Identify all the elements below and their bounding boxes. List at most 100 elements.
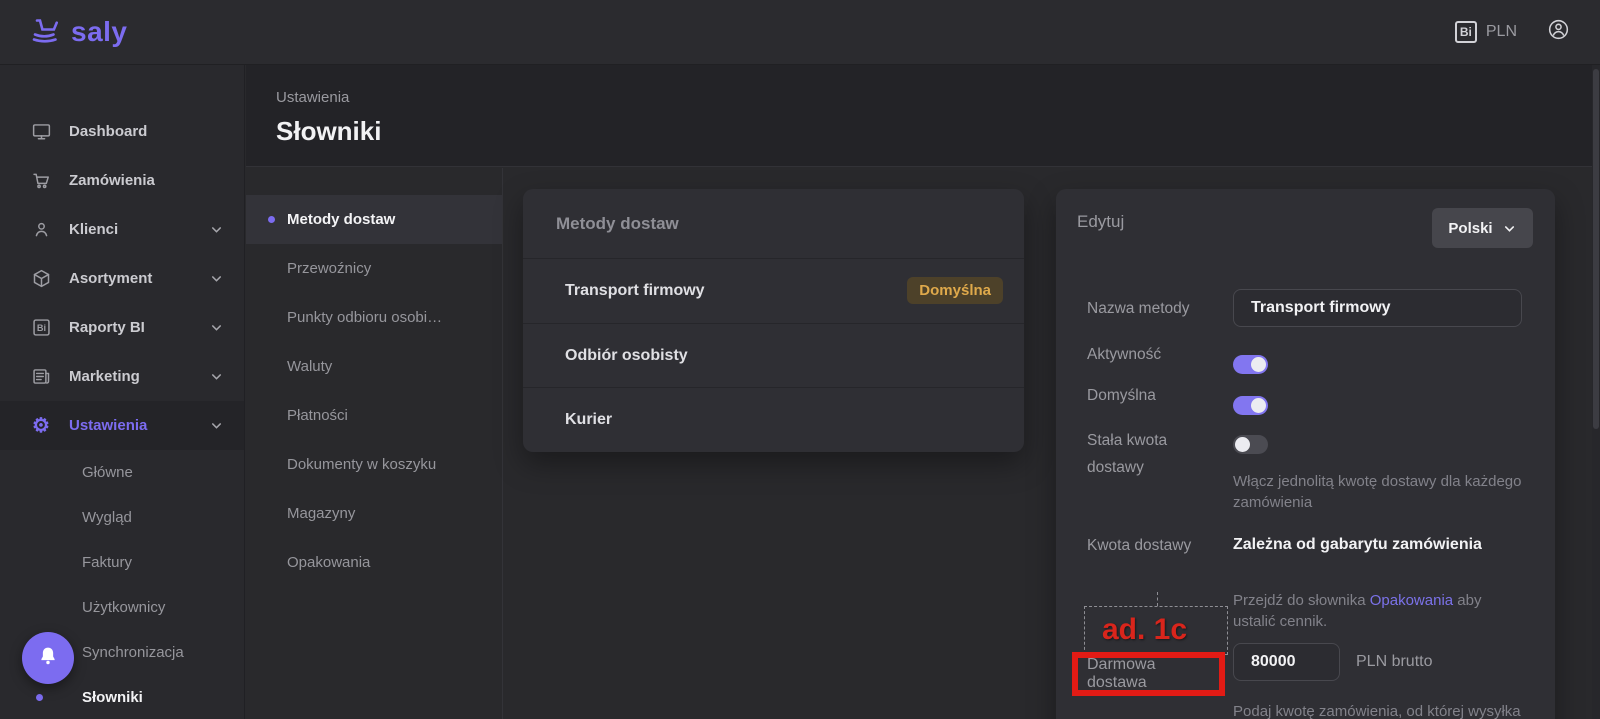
sidebar-item-label: Klienci [69,221,118,238]
delivery-method-row[interactable]: Transport firmowy Domyślna [523,259,1024,324]
amount-value: Zależna od gabarytu zamówienia [1233,536,1482,554]
sidebar-subitem[interactable]: Użytkownicy [0,585,244,630]
sidebar-item-label: Marketing [69,368,140,385]
dictionary-nav-list: Metody dostaw Przewoźnicy Punkty odbioru… [246,195,502,587]
delivery-method-label: Odbiór osobisty [565,347,1003,365]
svg-text:Bi: Bi [36,323,45,333]
sidebar-subitem[interactable]: Główne [0,450,244,495]
sidebar-item-label: Ustawienia [69,417,147,434]
app-window: saly Bi PLN Dashboard [0,0,1600,719]
dictionary-nav-item[interactable]: Waluty [246,342,502,391]
cart-icon [30,170,52,192]
default-toggle[interactable] [1233,396,1268,415]
name-input[interactable] [1233,289,1522,327]
flat-rate-field-label: Stała kwota dostawy [1087,427,1199,481]
bell-icon [37,645,59,672]
delivery-method-row[interactable]: Odbiór osobisty [523,324,1024,389]
sidebar-item[interactable]: Bi Raporty BI [0,303,244,352]
account-icon[interactable] [1547,18,1570,46]
page-title: Słowniki [276,116,1600,147]
opakowania-link[interactable]: Opakowania [1370,592,1453,609]
edit-panel: Edytuj Polski Nazwa metody Aktywność Dom… [1056,189,1555,719]
chevron-down-icon [1502,221,1517,236]
monitor-icon [30,121,52,143]
news-icon [30,366,52,388]
dictionary-nav-item[interactable]: Dokumenty w koszyku [246,440,502,489]
dictionary-nav-item[interactable]: Płatności [246,391,502,440]
topbar: saly Bi PLN [0,0,1600,65]
notifications-fab[interactable] [22,632,74,684]
sidebar-item[interactable]: Klienci [0,205,244,254]
sidebar-item[interactable]: Zamówienia [0,156,244,205]
sidebar-subitem[interactable]: Wygląd [0,495,244,540]
language-label: Polski [1448,220,1492,237]
scrollbar[interactable] [1592,65,1600,719]
free-shipping-hint: Podaj kwotę zamówienia, od której wysyłk… [1233,701,1563,719]
flat-rate-hint: Włącz jednolitą kwotę dostawy dla każdeg… [1233,471,1545,513]
sidebar-item[interactable]: Asortyment [0,254,244,303]
default-field-label: Domyślna [1087,387,1156,405]
app-logo[interactable]: saly [30,15,128,50]
dictionary-nav-item[interactable]: Magazyny [246,489,502,538]
sidebar-main-list: Dashboard Zamówienia Klienci [0,107,244,450]
name-field-label: Nazwa metody [1087,300,1190,318]
dictionary-nav-label: Magazyny [287,505,355,522]
sidebar-subitem-label: Faktury [82,554,132,571]
active-field-label: Aktywność [1087,346,1161,364]
chevron-down-icon [209,320,224,335]
free-shipping-highlight-box: Darmowa dostawa [1072,652,1225,696]
gear-icon: ⚙ [30,415,52,437]
free-shipping-input[interactable] [1233,643,1340,681]
amount-hint: Przejdź do słownika Opakowania aby ustal… [1233,590,1483,632]
sidebar-item-label: Zamówienia [69,172,155,189]
dictionary-nav-item[interactable]: Przewoźnicy [246,244,502,293]
sidebar-subitem-label: Użytkownicy [82,599,165,616]
topbar-right: Bi PLN [1455,18,1570,46]
active-toggle[interactable] [1233,355,1268,374]
amount-field-label: Kwota dostawy [1087,537,1191,555]
box-icon [30,268,52,290]
dictionary-nav-item[interactable]: Punkty odbioru osobi… [246,293,502,342]
sidebar-item[interactable]: Dashboard [0,107,244,156]
language-select-button[interactable]: Polski [1432,208,1533,248]
delivery-methods-card: Metody dostaw Transport firmowy Domyślna… [523,189,1024,452]
sidebar-subitem-label: Wygląd [82,509,132,526]
dictionary-nav-label: Przewoźnicy [287,260,371,277]
card-title: Metody dostaw [523,189,1024,259]
dictionary-nav: Metody dostaw Przewoźnicy Punkty odbioru… [246,168,503,719]
dictionary-nav-label: Punkty odbioru osobi… [287,309,442,326]
sidebar-item-label: Dashboard [69,123,147,140]
default-badge: Domyślna [907,277,1003,304]
dictionary-nav-label: Opakowania [287,554,370,571]
main-sidebar: Dashboard Zamówienia Klienci [0,65,245,719]
dictionary-nav-label: Waluty [287,358,332,375]
sidebar-subitem-label: Główne [82,464,133,481]
scrollbar-thumb[interactable] [1593,69,1599,429]
active-dot [36,694,43,701]
sidebar-item[interactable]: ⚙ Ustawienia [0,401,244,450]
sidebar-item-label: Raporty BI [69,319,145,336]
user-icon [30,219,52,241]
breadcrumb[interactable]: Ustawienia [276,89,1600,106]
flat-rate-toggle[interactable] [1233,435,1268,454]
edit-panel-title: Edytuj [1077,212,1124,232]
sidebar-subitem-label: Synchronizacja [82,644,184,661]
chevron-down-icon [209,418,224,433]
currency-selector[interactable]: Bi PLN [1455,21,1517,43]
sidebar-subitem[interactable]: Faktury [0,540,244,585]
currency-label: PLN [1486,23,1517,41]
delivery-method-row[interactable]: Kurier [523,388,1024,452]
active-dot [268,216,275,223]
dictionary-nav-item[interactable]: Opakowania [246,538,502,587]
chevron-down-icon [209,222,224,237]
amount-hint-prefix: Przejdź do słownika [1233,592,1370,609]
annotation-text: ad. 1c [1102,613,1187,647]
sidebar-item[interactable]: Marketing [0,352,244,401]
bi-icon: Bi [1455,21,1477,43]
dictionary-nav-label: Metody dostaw [287,211,395,228]
delivery-methods-list: Transport firmowy Domyślna Odbiór osobis… [523,259,1024,452]
chevron-down-icon [209,271,224,286]
sidebar-subitem-label: Słowniki [82,689,143,706]
sidebar-item-label: Asortyment [69,270,152,287]
dictionary-nav-item[interactable]: Metody dostaw [246,195,502,244]
